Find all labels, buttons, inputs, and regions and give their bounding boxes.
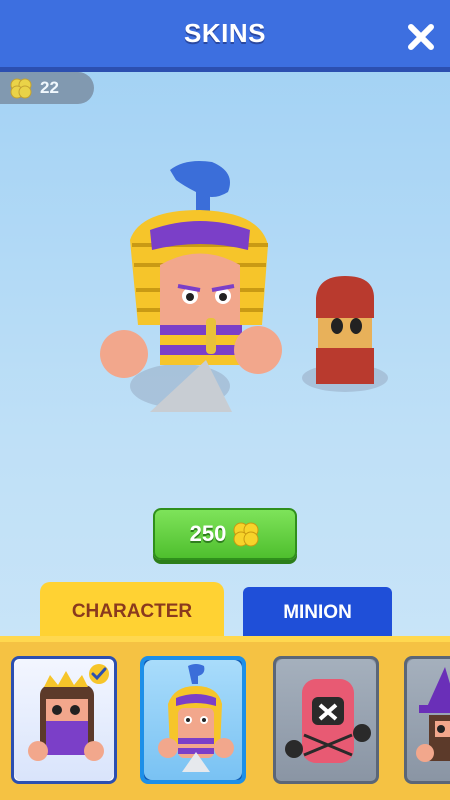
page-title: SKINS <box>184 18 266 48</box>
tab-character[interactable]: CHARACTER <box>40 582 224 642</box>
top-bar: SKINS <box>0 0 450 72</box>
close-button[interactable] <box>406 22 436 52</box>
clover-coin-icon <box>10 78 32 99</box>
currency-amount: 22 <box>40 78 59 97</box>
pharaoh-character <box>100 161 282 412</box>
price-label: 250 <box>189 521 227 546</box>
skin-card-witch[interactable] <box>404 656 450 784</box>
owned-check-icon <box>89 664 109 684</box>
tab-minion[interactable]: MINION <box>243 587 392 639</box>
skin-card-masked-guard[interactable] <box>273 656 379 784</box>
shelf-edge <box>0 636 450 642</box>
minion-character <box>316 276 374 384</box>
currency-counter: 22 <box>0 72 94 104</box>
close-icon <box>408 24 434 50</box>
clover-coin-icon <box>233 522 259 547</box>
buy-skin-button[interactable]: 250 <box>153 508 297 560</box>
character-preview[interactable] <box>0 150 450 440</box>
skin-card-princess[interactable] <box>11 656 117 784</box>
skin-card-pharaoh[interactable] <box>140 656 246 784</box>
